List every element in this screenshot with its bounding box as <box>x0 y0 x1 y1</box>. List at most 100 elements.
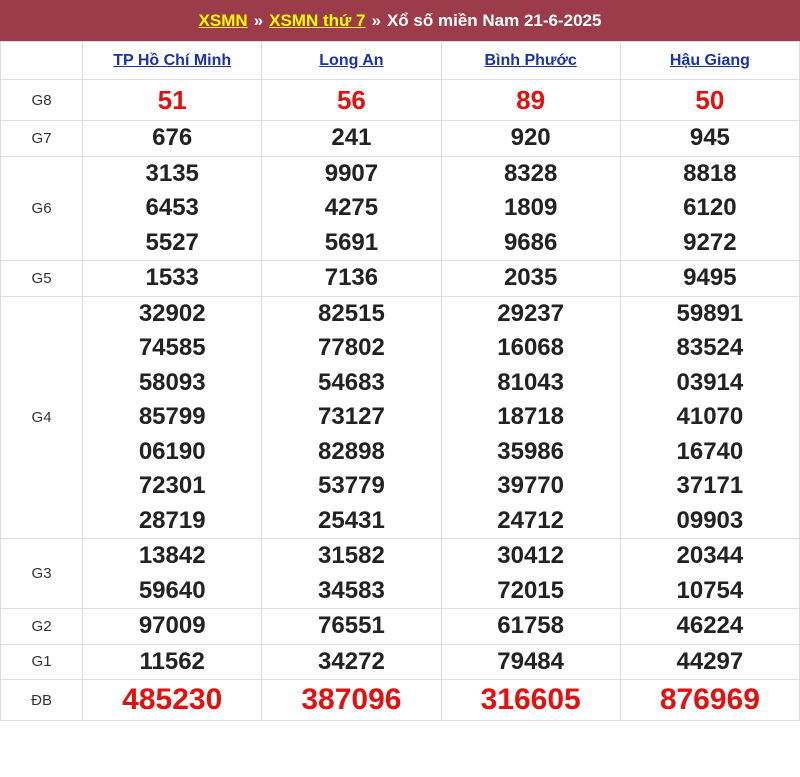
lottery-number: 10754 <box>676 576 744 604</box>
prize-row: G3 13842 59640 31582 34583 30412 72015 20344 107… <box>0 538 800 609</box>
prize-cell: 13842 59640 <box>82 538 263 609</box>
lottery-number: 1533 <box>145 264 199 291</box>
prize-row: G8 51 56 89 50 <box>0 79 800 121</box>
province-link[interactable]: Bình Phước <box>484 52 576 69</box>
lottery-number: 53779 <box>318 472 385 499</box>
prize-cell: 32902 74585 58093 85799 06190 72301 28719 <box>82 295 263 539</box>
lottery-number: 37171 <box>676 472 744 499</box>
lottery-number: 945 <box>689 124 730 151</box>
lottery-number: 72301 <box>138 472 206 499</box>
prize-cell: 34272 <box>261 643 442 680</box>
lottery-number: 54683 <box>318 368 385 396</box>
results-table: TP Hồ Chí Minh Long An Bình Phước Hậu Gi… <box>0 41 800 721</box>
province-link[interactable]: TP Hồ Chí Minh <box>113 52 231 69</box>
lottery-number: 387096 <box>301 683 402 716</box>
prize-cell: 44297 <box>619 643 800 680</box>
lottery-number: 3135 <box>145 159 199 187</box>
prize-cell: 3135 6453 5527 <box>82 155 263 261</box>
prize-label: G7 <box>0 120 84 157</box>
province-header-row: TP Hồ Chí Minh Long An Bình Phước Hậu Gi… <box>0 41 800 80</box>
corner-cell <box>0 41 84 80</box>
lottery-number: 46224 <box>676 612 744 639</box>
lottery-number: 25431 <box>318 506 385 534</box>
prize-label: ĐB <box>0 679 84 721</box>
lottery-number: 76551 <box>318 612 385 639</box>
prize-row: G5 1533 7136 2035 9495 <box>0 260 800 297</box>
lottery-number: 9272 <box>683 228 737 256</box>
prize-cell: 56 <box>261 79 442 121</box>
lottery-number: 82515 <box>318 299 385 327</box>
lottery-number: 2035 <box>503 264 558 291</box>
prize-cell: 89 <box>440 79 621 121</box>
prize-cell: 920 <box>440 120 621 157</box>
lottery-number: 8328 <box>503 159 558 187</box>
lottery-number: 7136 <box>324 264 379 291</box>
lottery-number: 79484 <box>497 647 565 675</box>
lottery-number: 9495 <box>683 264 737 291</box>
lottery-number: 39770 <box>497 472 565 499</box>
lottery-number: 58093 <box>138 368 206 396</box>
lottery-number: 676 <box>152 124 193 151</box>
prize-cell: 51 <box>82 79 263 121</box>
lottery-number: 59640 <box>138 576 206 604</box>
prize-cell: 79484 <box>440 643 621 680</box>
lottery-number: 59891 <box>676 299 744 327</box>
lottery-number: 13842 <box>138 542 206 569</box>
lottery-number: 81043 <box>497 368 565 396</box>
lottery-number: 31582 <box>318 542 385 569</box>
prize-label: G3 <box>0 538 84 609</box>
lottery-number: 03914 <box>676 368 744 396</box>
province-cell: Hậu Giang <box>619 41 800 80</box>
prize-label: G4 <box>0 295 84 539</box>
prize-cell: 7136 <box>261 260 442 297</box>
lottery-number: 24712 <box>497 506 565 534</box>
page-title: Xổ số miền Nam 21-6-2025 <box>386 10 602 30</box>
lottery-number: 34272 <box>318 647 385 675</box>
lottery-number: 72015 <box>497 576 565 604</box>
province-cell: Long An <box>261 41 442 80</box>
prize-cell: 316605 <box>440 679 621 721</box>
prize-cell: 387096 <box>261 679 442 721</box>
prize-cell: 59891 83524 03914 41070 16740 37171 09903 <box>619 295 800 539</box>
prize-cell: 8328 1809 9686 <box>440 155 621 261</box>
prize-cell: 9907 4275 5691 <box>261 155 442 261</box>
prize-cell: 29237 16068 81043 18718 35986 39770 24712 <box>440 295 621 539</box>
prize-cell: 11562 <box>82 643 263 680</box>
prize-row: G7 676 241 920 945 <box>0 120 800 157</box>
lottery-number: 241 <box>331 124 372 151</box>
lottery-number: 34583 <box>318 576 385 604</box>
prize-row: G4 32902 74585 58093 85799 06190 72301 28719 825… <box>0 295 800 539</box>
lottery-number: 16740 <box>676 437 744 465</box>
lottery-number: 32902 <box>138 299 206 327</box>
province-link[interactable]: Long An <box>319 52 383 69</box>
lottery-number: 28719 <box>138 506 206 534</box>
lottery-number: 35986 <box>497 437 565 465</box>
prize-cell: 485230 <box>82 679 263 721</box>
lottery-number: 50 <box>695 85 725 115</box>
lottery-number: 920 <box>510 124 551 151</box>
prize-cell: 31582 34583 <box>261 538 442 609</box>
breadcrumb-xsmn-link[interactable]: XSMN <box>199 11 248 31</box>
lottery-number: 44297 <box>676 647 744 675</box>
prize-label: G5 <box>0 260 84 297</box>
prize-row: ĐB 485230 387096 316605 876969 <box>0 679 800 721</box>
prize-cell: 30412 72015 <box>440 538 621 609</box>
lottery-number: 51 <box>157 85 187 115</box>
prize-cell: 46224 <box>619 608 800 645</box>
lottery-number: 1809 <box>503 194 558 221</box>
lottery-number: 6120 <box>683 194 737 221</box>
lottery-number: 6453 <box>145 194 199 221</box>
lottery-number: 85799 <box>138 403 206 430</box>
lottery-number: 485230 <box>122 683 223 716</box>
lottery-number: 9907 <box>324 159 379 187</box>
province-link[interactable]: Hậu Giang <box>670 52 750 69</box>
lottery-number: 9686 <box>503 228 558 256</box>
lottery-number: 5691 <box>324 228 379 256</box>
prize-label: G6 <box>0 155 84 261</box>
breadcrumb-xsmn-saturday-link[interactable]: XSMN thứ 7 <box>269 11 365 31</box>
lottery-number: 8818 <box>683 159 737 187</box>
prize-cell: 1533 <box>82 260 263 297</box>
lottery-number: 06190 <box>138 437 206 465</box>
lottery-number: 61758 <box>497 612 565 639</box>
results-header: XSMN » XSMN thứ 7 » Xổ số miền Nam 21-6-… <box>0 0 800 41</box>
